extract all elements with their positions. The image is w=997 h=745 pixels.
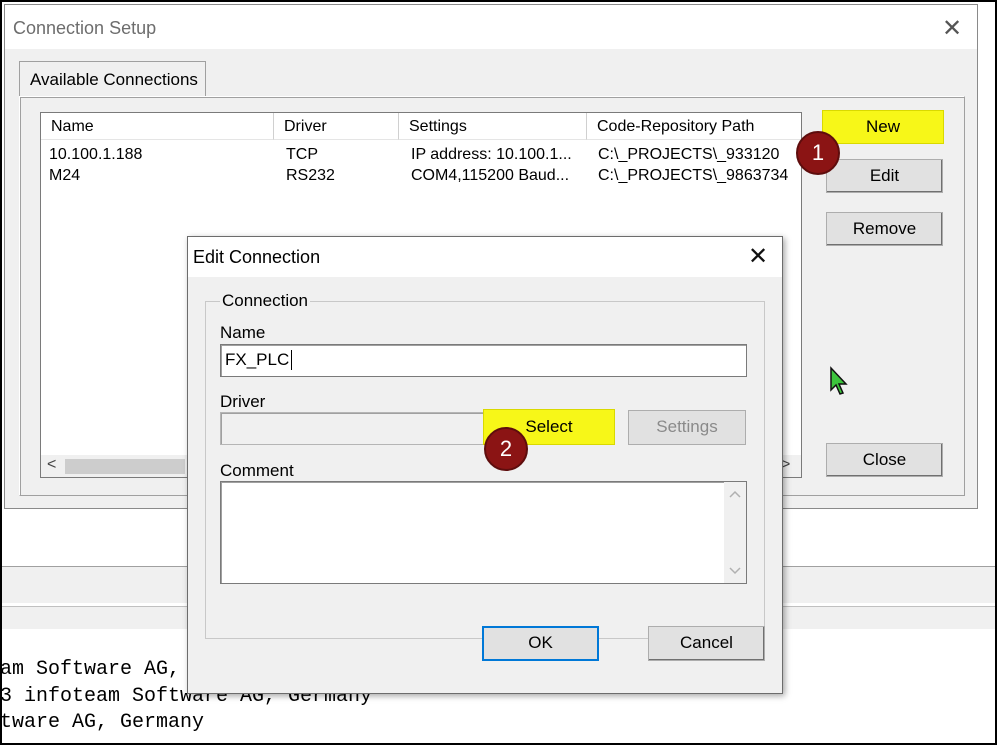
edit-connection-dialog: Edit Connection ✕ Connection Name FX_PLC… [187,236,783,694]
driver-field [220,412,484,445]
edit-close-icon[interactable]: ✕ [748,245,768,269]
column-header-name[interactable]: Name [41,113,274,140]
name-field[interactable]: FX_PLC [220,344,747,377]
console-line-3: tware AG, Germany [0,711,205,734]
comment-scrollbar[interactable] [724,482,746,583]
edit-button[interactable]: Edit [826,159,943,193]
console-line-1: am Software AG, [0,658,181,681]
name-value: FX_PLC [225,350,290,369]
step-2-badge: 2 [484,427,528,471]
step-1-badge: 1 [796,131,840,175]
row-path: C:\_PROJECTS\_9863734 [598,167,789,184]
column-header-driver[interactable]: Driver [274,113,399,140]
row-settings: IP address: 10.100.1... [411,146,572,163]
remove-button[interactable]: Remove [826,212,943,246]
cancel-button[interactable]: Cancel [648,626,765,661]
row-driver: TCP [286,146,318,163]
tab-label: Available Connections [30,70,198,89]
edit-title: Edit Connection [193,247,321,267]
row-name: M24 [49,167,81,184]
setup-close-icon[interactable]: ✕ [942,17,962,41]
text-caret [291,350,292,370]
scroll-left-icon[interactable]: < [47,456,56,474]
row-settings: COM4,115200 Baud... [411,167,570,184]
edit-titlebar: Edit Connection ✕ [188,237,782,277]
column-header-settings[interactable]: Settings [399,113,587,140]
scroll-up-icon[interactable] [729,490,741,498]
row-path: C:\_PROJECTS\_933120 [598,146,780,163]
group-legend: Connection [220,291,311,311]
ok-button[interactable]: OK [482,626,599,661]
comment-field[interactable] [220,481,747,584]
settings-button: Settings [628,410,746,445]
row-name: 10.100.1.188 [49,146,143,163]
column-header-code-repository-path[interactable]: Code-Repository Path [587,113,801,140]
driver-label: Driver [220,392,266,411]
tab-available-connections[interactable]: Available Connections [19,61,206,98]
scroll-down-icon[interactable] [729,567,741,575]
scroll-thumb[interactable] [65,459,185,474]
setup-titlebar: Connection Setup ✕ [5,5,977,49]
comment-label: Comment [220,461,294,480]
mouse-cursor-icon [830,366,848,395]
row-driver: RS232 [286,167,335,184]
name-label: Name [220,323,266,342]
new-button[interactable]: New [822,110,944,144]
close-button[interactable]: Close [826,443,943,477]
setup-title: Connection Setup [13,18,157,38]
